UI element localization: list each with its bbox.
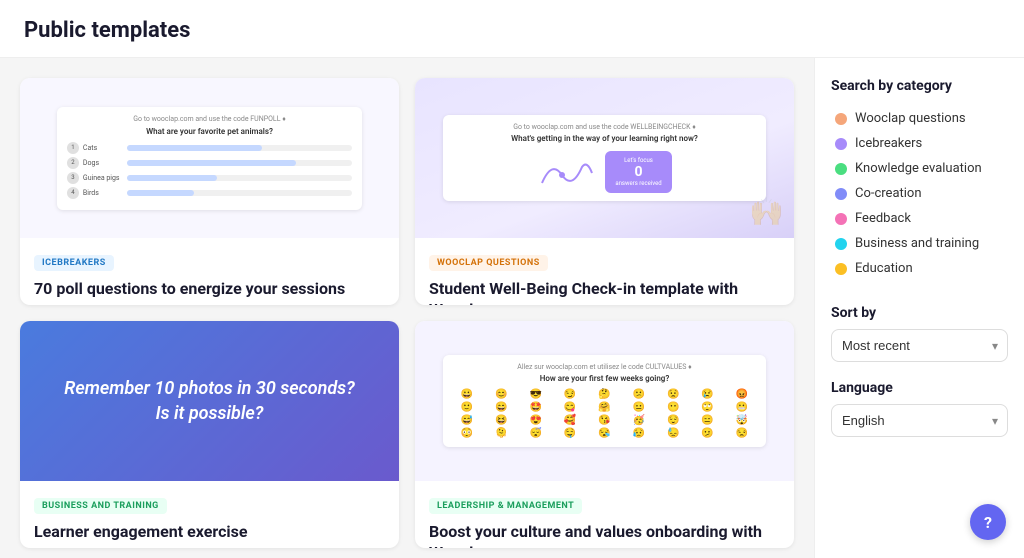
card-4-body: LEADERSHIP & MANAGEMENT Boost your cultu… bbox=[415, 481, 794, 548]
category-list: Wooclap questions Icebreakers Knowledge … bbox=[831, 106, 1008, 281]
template-card-4[interactable]: Allez sur wooclap.com et utilisez le cod… bbox=[415, 321, 794, 548]
category-label-wooclap: Wooclap questions bbox=[855, 111, 966, 126]
poll-mock-title: What are your favorite pet animals? bbox=[67, 127, 352, 136]
card-2-body: WOOCLAP QUESTIONS Student Well-Being Che… bbox=[415, 238, 794, 305]
poll-row-4: 4 Birds bbox=[67, 187, 352, 199]
card-3-preview: Remember 10 photos in 30 seconds?Is it p… bbox=[20, 321, 399, 481]
card-3-body: BUSINESS AND TRAINING Learner engagement… bbox=[20, 481, 399, 548]
poll-row-1: 1 Cats bbox=[67, 142, 352, 154]
page-header: Public templates bbox=[0, 0, 1024, 58]
category-label-feedback: Feedback bbox=[855, 211, 911, 226]
sidebar: Search by category Wooclap questions Ice… bbox=[814, 58, 1024, 558]
card-1-preview: Go to wooclap.com and use the code FUNPO… bbox=[20, 78, 399, 238]
cocreation-dot bbox=[835, 188, 847, 200]
category-item-feedback[interactable]: Feedback bbox=[831, 206, 1008, 231]
card-3-tag: BUSINESS AND TRAINING bbox=[34, 498, 167, 514]
category-item-business[interactable]: Business and training bbox=[831, 231, 1008, 256]
category-label-cocreation: Co-creation bbox=[855, 186, 922, 201]
category-item-wooclap[interactable]: Wooclap questions bbox=[831, 106, 1008, 131]
category-item-icebreakers[interactable]: Icebreakers bbox=[831, 131, 1008, 156]
sort-select[interactable]: Most recent Most popular Alphabetical bbox=[831, 329, 1008, 362]
category-item-cocreation[interactable]: Co-creation bbox=[831, 181, 1008, 206]
hands-decoration: 🙌 bbox=[749, 195, 784, 228]
page: Public templates Go to wooclap.com and u… bbox=[0, 0, 1024, 558]
language-select[interactable]: English French Spanish German bbox=[831, 404, 1008, 437]
card-4-tag: LEADERSHIP & MANAGEMENT bbox=[429, 498, 582, 514]
card-2-title: Student Well-Being Check-in template wit… bbox=[429, 279, 780, 305]
category-label-knowledge: Knowledge evaluation bbox=[855, 161, 982, 176]
card-1-preview-inner: Go to wooclap.com and use the code FUNPO… bbox=[20, 78, 399, 238]
knowledge-dot bbox=[835, 163, 847, 175]
emoji-grid: 😀 😊 😎 😏 🤔 😕 😟 😢 😡 🙂 😄 bbox=[451, 389, 758, 439]
card-2-tag: WOOCLAP QUESTIONS bbox=[429, 255, 548, 271]
poll-mock-header: Go to wooclap.com and use the code FUNPO… bbox=[67, 115, 352, 123]
cards-grid: Go to wooclap.com and use the code FUNPO… bbox=[0, 58, 814, 558]
card-3-blue-text: Remember 10 photos in 30 seconds?Is it p… bbox=[64, 376, 355, 426]
education-dot bbox=[835, 263, 847, 275]
sort-section: Sort by Most recent Most popular Alphabe… bbox=[831, 305, 1008, 362]
language-section: Language English French Spanish German ▾ bbox=[831, 380, 1008, 437]
template-card-3[interactable]: Remember 10 photos in 30 seconds?Is it p… bbox=[20, 321, 399, 548]
card-2-preview-inner: Go to wooclap.com and use the code WELLB… bbox=[415, 78, 794, 238]
category-label-icebreakers: Icebreakers bbox=[855, 136, 922, 151]
sidebar-category-title: Search by category bbox=[831, 78, 1008, 94]
content-area: Go to wooclap.com and use the code FUNPO… bbox=[0, 58, 1024, 558]
poll-mock: Go to wooclap.com and use the code FUNPO… bbox=[57, 107, 362, 210]
card-1-body: ICEBREAKERS 70 poll questions to energiz… bbox=[20, 238, 399, 305]
wellbeing-curve-icon bbox=[537, 155, 597, 190]
card-1-tag: ICEBREAKERS bbox=[34, 255, 114, 271]
sort-label: Sort by bbox=[831, 305, 1008, 321]
card-3-preview-inner: Remember 10 photos in 30 seconds?Is it p… bbox=[20, 321, 399, 481]
page-title: Public templates bbox=[24, 18, 1000, 43]
card-4-preview: Allez sur wooclap.com et utilisez le cod… bbox=[415, 321, 794, 481]
icebreakers-dot bbox=[835, 138, 847, 150]
card-2-preview: Go to wooclap.com and use the code WELLB… bbox=[415, 78, 794, 238]
category-label-business: Business and training bbox=[855, 236, 979, 251]
language-label: Language bbox=[831, 380, 1008, 396]
category-item-knowledge[interactable]: Knowledge evaluation bbox=[831, 156, 1008, 181]
help-button[interactable]: ? bbox=[970, 504, 1006, 540]
category-item-education[interactable]: Education bbox=[831, 256, 1008, 281]
language-select-wrapper: English French Spanish German ▾ bbox=[831, 404, 1008, 437]
feedback-dot bbox=[835, 213, 847, 225]
wellbeing-mock: Go to wooclap.com and use the code WELLB… bbox=[443, 115, 766, 201]
wooclap-dot bbox=[835, 113, 847, 125]
cult-mock: Allez sur wooclap.com et utilisez le cod… bbox=[443, 355, 766, 447]
sort-select-wrapper: Most recent Most popular Alphabetical ▾ bbox=[831, 329, 1008, 362]
card-1-title: 70 poll questions to energize your sessi… bbox=[34, 279, 385, 300]
poll-row-3: 3 Guinea pigs bbox=[67, 172, 352, 184]
card-4-title: Boost your culture and values onboarding… bbox=[429, 522, 780, 548]
template-card-2[interactable]: Go to wooclap.com and use the code WELLB… bbox=[415, 78, 794, 305]
poll-row-2: 2 Dogs bbox=[67, 157, 352, 169]
card-4-preview-inner: Allez sur wooclap.com et utilisez le cod… bbox=[415, 321, 794, 481]
card-3-title: Learner engagement exercise bbox=[34, 522, 385, 543]
business-dot bbox=[835, 238, 847, 250]
template-card-1[interactable]: Go to wooclap.com and use the code FUNPO… bbox=[20, 78, 399, 305]
category-label-education: Education bbox=[855, 261, 913, 276]
